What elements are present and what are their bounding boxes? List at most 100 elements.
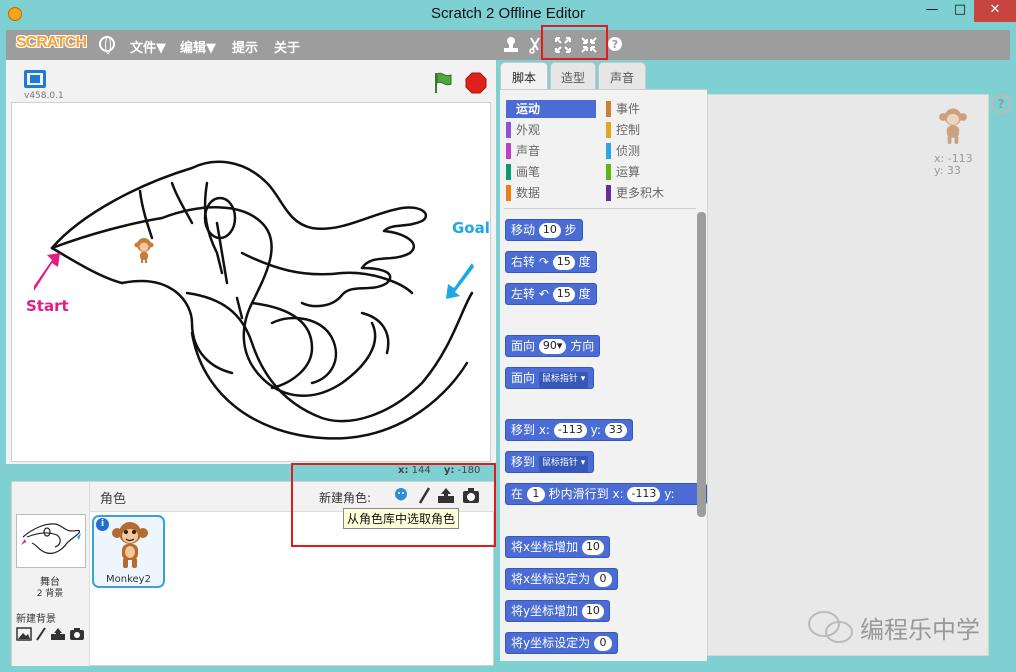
menu-tips[interactable]: 提示 — [232, 37, 258, 56]
menu-edit[interactable]: 编辑▼ — [180, 37, 216, 56]
category-label: 数据 — [516, 186, 541, 200]
category-color-swatch — [606, 185, 611, 201]
category-color-swatch — [506, 143, 511, 159]
goal-label: Goal — [452, 219, 490, 237]
green-flag-icon[interactable] — [434, 72, 452, 94]
category-color-swatch — [506, 101, 511, 117]
start-label: Start — [26, 297, 69, 315]
tab-costumes[interactable]: 造型 — [550, 62, 596, 90]
category-operators[interactable]: 运算 — [606, 163, 696, 181]
editor-tabs: 脚本 造型 声音 — [500, 62, 1010, 90]
sprite-name: Monkey2 — [106, 574, 151, 585]
category-label: 侦测 — [616, 144, 641, 158]
camera-backdrop-icon[interactable] — [69, 627, 85, 641]
block-goto-xy[interactable]: 移到 x: -113 y: 33 — [505, 419, 633, 441]
palette-divider — [504, 208, 696, 209]
category-label: 运动 — [516, 102, 541, 116]
help-icon[interactable]: ? — [991, 94, 1011, 114]
menu-about[interactable]: 关于 — [274, 37, 300, 56]
delete-scissors-icon[interactable] — [528, 36, 542, 54]
tab-sounds[interactable]: 声音 — [598, 62, 646, 90]
wechat-watermark-icon — [808, 611, 853, 643]
category-looks[interactable]: 外观 — [506, 121, 596, 139]
stage-canvas[interactable]: Start Goal — [11, 102, 491, 462]
sprite-position-readout: x: -113 y: 33 — [934, 152, 973, 177]
block-glide[interactable]: 在 1 秒内滑行到 x: -113 y: — [505, 483, 707, 505]
backdrop-library-icon[interactable] — [16, 627, 32, 641]
category-label: 事件 — [616, 102, 641, 116]
category-label: 运算 — [616, 165, 641, 179]
category-motion[interactable]: 运动 — [506, 100, 596, 118]
maximize-button[interactable]: □ — [946, 0, 974, 22]
backdrop-count: 2 背景 — [36, 589, 64, 599]
category-label: 控制 — [616, 123, 641, 137]
block-set-x[interactable]: 将x坐标设定为 0 — [505, 568, 618, 590]
block-change-x[interactable]: 将x坐标增加 10 — [505, 536, 610, 558]
category-color-swatch — [606, 122, 611, 138]
block-palette: 运动 外观 声音 画笔 数据 事件 控制 侦测 运算 更多积木 移动 10 步 … — [500, 89, 707, 661]
category-control[interactable]: 控制 — [606, 121, 696, 139]
category-color-swatch — [506, 164, 511, 180]
turn-right-icon: ↷ — [538, 255, 549, 269]
block-goto[interactable]: 移到 鼠标指针 ▾ — [505, 451, 595, 473]
block-point-direction[interactable]: 面向 90▾ 方向 — [505, 335, 601, 357]
script-area[interactable]: x: -113 y: 33 — [707, 94, 989, 656]
block-change-y[interactable]: 将y坐标增加 10 — [505, 600, 610, 622]
category-color-swatch — [606, 164, 611, 180]
category-color-swatch — [606, 101, 611, 117]
sprites-title: 角色 — [100, 492, 127, 507]
category-label: 画笔 — [516, 165, 541, 179]
app-window: Scratch 2 Offline Editor — □ ✕ SCRATCH 文… — [0, 0, 1016, 672]
category-data[interactable]: 数据 — [506, 184, 596, 202]
turn-left-icon: ↶ — [538, 287, 549, 301]
block-point-towards[interactable]: 面向 鼠标指针 ▾ — [505, 367, 595, 389]
svg-text:?: ? — [612, 38, 618, 51]
category-sensing[interactable]: 侦测 — [606, 142, 696, 160]
monkey-sprite-thumbnail — [112, 522, 148, 568]
new-backdrop-label: 新建背景 — [16, 614, 56, 625]
block-turn-right[interactable]: 右转 ↷ 15 度 — [505, 251, 597, 273]
block-move-steps[interactable]: 移动 10 步 — [505, 219, 583, 241]
maze-backdrop: Start Goal — [26, 160, 490, 440]
tooltip: 从角色库中选取角色 — [343, 508, 460, 529]
monkey-sprite-on-stage[interactable] — [134, 238, 154, 263]
title-bar: Scratch 2 Offline Editor — □ ✕ — [0, 0, 1016, 30]
watermark-text: 编程乐中学 — [860, 616, 980, 644]
upload-backdrop-icon[interactable] — [50, 627, 66, 641]
stage-header: v458.0.1 — [6, 60, 496, 102]
sprite-info-icon[interactable]: i — [96, 518, 109, 531]
category-label: 更多积木 — [616, 186, 665, 200]
presentation-mode-icon[interactable] — [24, 70, 46, 88]
block-set-y[interactable]: 将y坐标设定为 0 — [505, 632, 618, 654]
stop-sign-icon[interactable] — [465, 72, 487, 94]
menu-bar: SCRATCH 文件▼ 编辑▼ 提示 关于 ? — [6, 30, 1010, 60]
category-label: 声音 — [516, 144, 541, 158]
category-color-swatch — [506, 122, 511, 138]
scratch-logo[interactable]: SCRATCH — [16, 34, 87, 52]
menu-file[interactable]: 文件▼ — [130, 37, 166, 56]
stage-panel: v458.0.1 Start Goal — [6, 60, 496, 464]
category-color-swatch — [506, 185, 511, 201]
block-turn-left[interactable]: 左转 ↶ 15 度 — [505, 283, 597, 305]
category-more-blocks[interactable]: 更多积木 — [606, 184, 696, 202]
help-block-icon[interactable]: ? — [607, 36, 623, 52]
current-sprite-preview — [939, 108, 967, 144]
category-color-swatch — [606, 143, 611, 159]
duplicate-stamp-icon[interactable] — [503, 36, 519, 54]
close-button[interactable]: ✕ — [974, 0, 1016, 22]
palette-scrollbar[interactable] — [697, 212, 706, 517]
stage-column: 舞台 2 背景 新建背景 — [12, 482, 90, 666]
category-events[interactable]: 事件 — [606, 100, 696, 118]
window-title: Scratch 2 Offline Editor — [431, 5, 585, 22]
annotation-highlight-new-sprite — [291, 463, 496, 547]
paint-backdrop-icon[interactable] — [35, 627, 47, 641]
annotation-highlight-toolbar — [541, 25, 608, 60]
minimize-button[interactable]: — — [918, 0, 946, 22]
sprite-card-monkey2[interactable]: i Monkey2 — [92, 515, 165, 588]
category-pen[interactable]: 画笔 — [506, 163, 596, 181]
stage-thumbnail[interactable] — [16, 514, 86, 568]
language-globe-icon[interactable] — [99, 36, 115, 54]
category-sound[interactable]: 声音 — [506, 142, 596, 160]
tab-scripts[interactable]: 脚本 — [500, 62, 548, 90]
version-label: v458.0.1 — [24, 91, 64, 101]
